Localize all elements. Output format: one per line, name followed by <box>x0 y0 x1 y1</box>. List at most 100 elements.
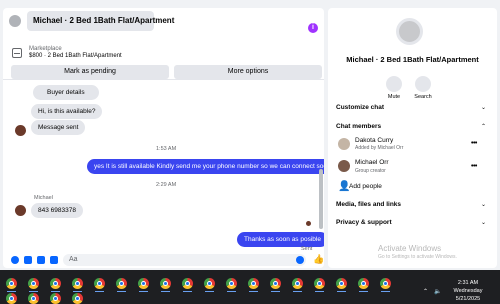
media-files-links-section[interactable]: Media, files and links <box>336 201 401 208</box>
taskbar-active-indicator <box>139 291 148 292</box>
chrome-icon[interactable] <box>270 278 281 289</box>
bell-icon[interactable] <box>386 76 402 92</box>
taskbar-active-indicator <box>249 291 258 292</box>
more-options-icon[interactable]: ••• <box>471 140 477 147</box>
chrome-icon[interactable] <box>204 278 215 289</box>
plus-icon[interactable] <box>11 256 19 264</box>
message-out-2: Thanks as soon as posible <box>237 232 324 247</box>
sticker-icon[interactable] <box>37 256 45 264</box>
chrome-icon[interactable] <box>182 278 193 289</box>
composer: Aa 👍 <box>3 252 324 268</box>
info-icon[interactable]: i <box>308 23 318 33</box>
taskbar-active-indicator <box>271 291 280 292</box>
member-subtitle: Added by Michael Orr <box>355 145 404 151</box>
message-out-1: yes It is still available Kindly send me… <box>87 159 324 174</box>
chrome-icon[interactable] <box>72 293 83 304</box>
clock-day[interactable]: Wednesday <box>448 288 488 294</box>
message-in-3: 843 6983378 <box>31 203 83 218</box>
mark-as-pending-button[interactable]: Mark as pending <box>11 65 169 79</box>
chrome-icon[interactable] <box>380 278 391 289</box>
taskbar-active-indicator <box>359 291 368 292</box>
chrome-icon[interactable] <box>116 278 127 289</box>
screen: Michael · 2 Bed 1Bath Flat/Apartment i M… <box>0 0 500 304</box>
chrome-icon[interactable] <box>336 278 347 289</box>
chrome-icon[interactable] <box>72 278 83 289</box>
chrome-icon[interactable] <box>94 278 105 289</box>
sender-avatar[interactable] <box>15 205 26 216</box>
taskbar-active-indicator <box>381 291 390 292</box>
search-icon[interactable] <box>415 76 431 92</box>
conversation-details-panel: Michael · 2 Bed 1Bath Flat/Apartment Mut… <box>328 8 497 268</box>
thumbs-up-icon[interactable]: 👍 <box>313 255 324 264</box>
add-person-icon[interactable]: 👤 <box>338 182 350 192</box>
activate-windows-subtitle: Go to Settings to activate Windows. <box>378 254 457 260</box>
chevron-down-icon[interactable]: ⌄ <box>481 104 486 111</box>
message-input-placeholder[interactable]: Aa <box>69 256 78 263</box>
add-people-button[interactable]: Add people <box>349 183 382 190</box>
listing-card: Marketplace $800 · 2 Bed 1Bath Flat/Apar… <box>3 38 324 80</box>
taskbar-active-indicator <box>29 291 38 292</box>
chevron-up-icon[interactable]: ⌃ <box>481 123 486 130</box>
chrome-icon[interactable] <box>50 293 61 304</box>
chrome-icon[interactable] <box>50 278 61 289</box>
more-options-button[interactable]: More options <box>174 65 322 79</box>
mute-label[interactable]: Mute <box>379 94 409 100</box>
member-name[interactable]: Dakota Curry <box>355 137 393 144</box>
member-avatar[interactable] <box>338 138 350 150</box>
message-list: Buyer details Hi, is this available? Mes… <box>3 81 324 252</box>
scrollbar-thumb[interactable] <box>319 169 323 229</box>
privacy-support-section[interactable]: Privacy & support <box>336 219 392 226</box>
chevron-down-icon[interactable]: ⌄ <box>481 219 486 226</box>
more-options-icon[interactable]: ••• <box>471 163 477 170</box>
member-name[interactable]: Michael Orr <box>355 159 389 166</box>
message-in-2: Message sent <box>31 120 86 135</box>
emoji-icon[interactable] <box>296 256 304 264</box>
chrome-icon[interactable] <box>138 278 149 289</box>
chrome-icon[interactable] <box>248 278 259 289</box>
scrollbar[interactable] <box>319 95 323 247</box>
chrome-icon[interactable] <box>292 278 303 289</box>
taskbar-active-indicator <box>117 291 126 292</box>
activate-windows-title: Activate Windows <box>378 244 442 253</box>
taskbar-active-indicator <box>293 291 302 292</box>
timestamp: 1:53 AM <box>156 146 177 152</box>
chevron-down-icon[interactable]: ⌄ <box>481 201 486 208</box>
search-label[interactable]: Search <box>408 94 438 100</box>
image-icon[interactable] <box>24 256 32 264</box>
taskbar-active-indicator <box>205 291 214 292</box>
speaker-icon[interactable]: 🔈 <box>434 288 441 295</box>
listing-thumbnail-icon <box>12 48 22 58</box>
chrome-icon[interactable] <box>6 278 17 289</box>
chrome-icon[interactable] <box>358 278 369 289</box>
chat-members-section[interactable]: Chat members <box>336 123 381 130</box>
clock-time[interactable]: 2:31 AM <box>448 280 488 286</box>
read-receipt-avatar <box>306 221 311 226</box>
taskbar-active-indicator <box>51 291 60 292</box>
taskbar-active-indicator <box>315 291 324 292</box>
chrome-icon[interactable] <box>28 293 39 304</box>
chrome-icon[interactable] <box>6 293 17 304</box>
taskbar-active-indicator <box>95 291 104 292</box>
conversation-name: Michael · 2 Bed 1Bath Flat/Apartment <box>346 55 479 64</box>
listing-source: Marketplace <box>29 46 62 52</box>
listing-detail[interactable]: $800 · 2 Bed 1Bath Flat/Apartment <box>29 53 122 59</box>
taskbar: ⌃ 🔈 2:31 AM Wednesday 5/21/2025 <box>0 270 500 304</box>
taskbar-active-indicator <box>161 291 170 292</box>
chat-avatar[interactable] <box>9 15 21 27</box>
member-avatar[interactable] <box>338 160 350 172</box>
taskbar-active-indicator <box>7 291 16 292</box>
buyer-details-button[interactable]: Buyer details <box>33 85 99 100</box>
gif-icon[interactable] <box>50 256 58 264</box>
message-input[interactable] <box>63 254 306 266</box>
clock-date[interactable]: 5/21/2025 <box>448 296 488 302</box>
chrome-icon[interactable] <box>226 278 237 289</box>
chrome-icon[interactable] <box>28 278 39 289</box>
message-in-1: Hi, is this available? <box>31 104 103 119</box>
chevron-up-icon[interactable]: ⌃ <box>423 288 428 295</box>
chat-title[interactable]: Michael · 2 Bed 1Bath Flat/Apartment <box>33 16 174 25</box>
sender-avatar[interactable] <box>15 125 26 136</box>
chrome-icon[interactable] <box>314 278 325 289</box>
timestamp: 2:29 AM <box>156 182 177 188</box>
customize-chat-section[interactable]: Customize chat <box>336 104 384 111</box>
chrome-icon[interactable] <box>160 278 171 289</box>
